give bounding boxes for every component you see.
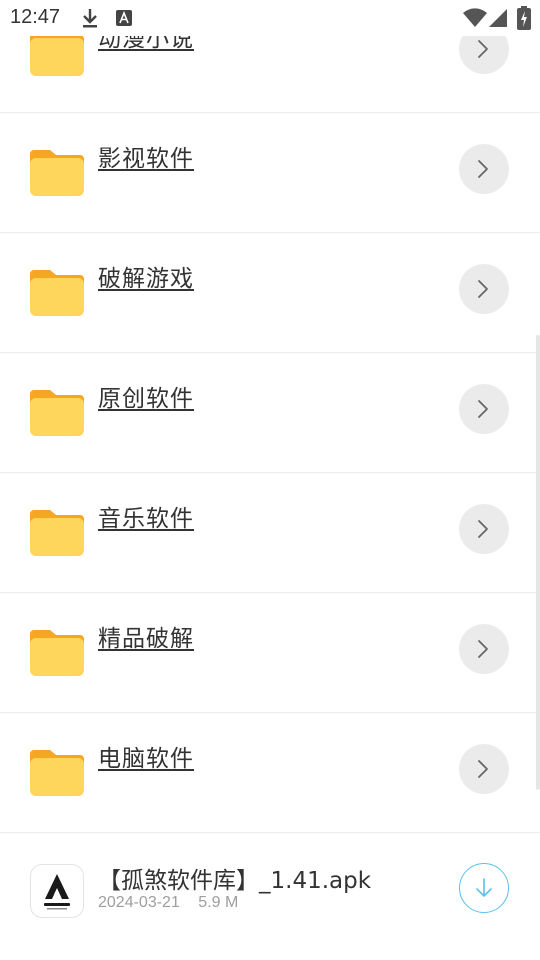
list-item[interactable]: 精品破解 [0,593,540,713]
folder-label: 精品破解 [98,626,194,652]
scrollbar[interactable] [536,335,540,790]
folder-label: 音乐软件 [98,506,194,532]
signal-icon [489,9,507,27]
download-icon [83,9,97,28]
open-folder-button[interactable] [459,384,509,434]
folder-icon [30,270,84,316]
chevron-right-icon [478,640,488,658]
file-list: 动漫小说 影视软件 破解游戏 原创软件 音乐软件 精品破解 电脑软件 【孤煞软件… [0,0,540,960]
status-time: 12:47 [10,6,61,28]
app-icon [30,864,84,918]
open-folder-button[interactable] [459,504,509,554]
download-arrow-icon [476,878,492,897]
chevron-right-icon [478,280,488,298]
folder-icon [30,630,84,676]
chevron-right-icon [478,160,488,178]
folder-label: 破解游戏 [98,266,194,292]
chevron-right-icon [478,400,488,418]
file-name: 【孤煞软件库】_1.41.apk [98,868,372,894]
folder-label: 原创软件 [98,386,194,412]
chevron-right-icon [478,40,488,58]
open-folder-button[interactable] [459,264,509,314]
chevron-right-icon [478,760,488,778]
download-button[interactable] [459,863,509,913]
file-meta: 2024-03-21 5.9 M [98,894,252,912]
wifi-icon [463,8,487,27]
folder-label: 电脑软件 [98,746,194,772]
a-badge-icon [116,10,132,26]
open-folder-button[interactable] [459,744,509,794]
list-item[interactable]: 影视软件 [0,113,540,233]
list-item[interactable]: 电脑软件 [0,713,540,833]
list-item[interactable]: 破解游戏 [0,233,540,353]
folder-icon [30,150,84,196]
open-folder-button[interactable] [459,624,509,674]
list-item[interactable]: 原创软件 [0,353,540,473]
battery-icon [517,6,531,30]
chevron-right-icon [478,520,488,538]
status-bar: 12:47 [0,0,540,36]
open-folder-button[interactable] [459,144,509,194]
folder-icon [30,750,84,796]
file-date: 2024-03-21 [98,894,180,911]
app-logo-icon [44,874,70,910]
apk-file-item[interactable]: 【孤煞软件库】_1.41.apk 2024-03-21 5.9 M [0,833,540,960]
file-size: 5.9 M [198,894,239,911]
folder-icon [30,390,84,436]
folder-icon [30,510,84,556]
folder-label: 影视软件 [98,146,194,172]
list-item[interactable]: 音乐软件 [0,473,540,593]
